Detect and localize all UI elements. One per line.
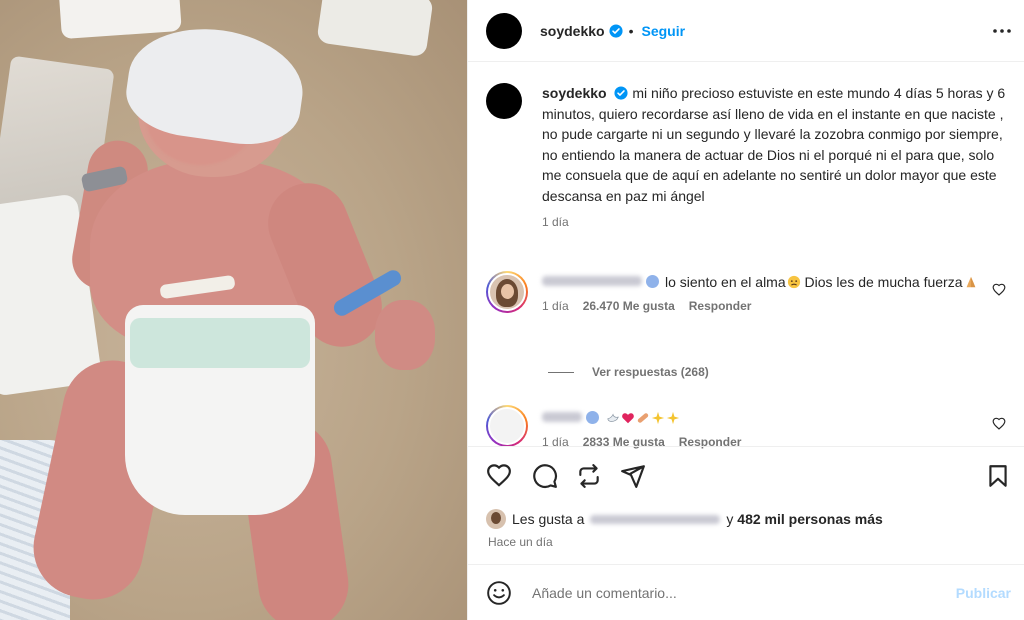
comment-likes[interactable]: 26.470 Me gusta — [583, 299, 675, 313]
author-avatar[interactable] — [486, 83, 522, 119]
commenter-avatar[interactable] — [486, 271, 528, 313]
publish-button[interactable]: Publicar — [956, 585, 1011, 601]
comment-text — [542, 405, 1016, 429]
emoji-picker-icon[interactable] — [486, 580, 512, 606]
dove-icon — [607, 413, 619, 422]
comment-item: lo siento en el alma Dios les de mucha f… — [486, 271, 1016, 313]
like-heart-icon[interactable] — [486, 463, 512, 489]
comment-text-part: lo siento en el alma — [665, 274, 786, 290]
like-comment-heart-icon[interactable] — [992, 283, 1006, 297]
baby-hand — [375, 300, 435, 370]
replies-divider — [548, 371, 574, 373]
verified-badge-icon — [614, 86, 629, 100]
sad-face-icon — [787, 275, 800, 289]
author-username[interactable]: soydekko — [540, 23, 605, 39]
likes-count[interactable]: 482 mil personas más — [737, 511, 883, 527]
commenter-username-redacted[interactable] — [542, 412, 582, 422]
folded-hands-icon — [966, 276, 975, 288]
bandage-icon — [637, 413, 649, 423]
verified-badge-icon — [586, 411, 599, 424]
repost-icon[interactable] — [576, 463, 602, 489]
post-time: Hace un día — [488, 535, 553, 549]
comment-input[interactable] — [532, 584, 956, 601]
comments-section[interactable]: soydekko mi niño precioso estuviste en e… — [468, 63, 1024, 455]
author-avatar[interactable] — [486, 12, 522, 49]
caption-username[interactable]: soydekko — [542, 85, 607, 101]
like-comment-heart-icon[interactable] — [992, 417, 1006, 431]
reply-button[interactable]: Responder — [689, 299, 752, 313]
header-separator: • — [628, 22, 634, 39]
likes-summary[interactable]: Les gusta a y 482 mil personas más — [486, 509, 883, 529]
view-replies-label: Ver respuestas (268) — [592, 365, 709, 379]
post-actions: Les gusta a y 482 mil personas más Hace … — [468, 446, 1024, 564]
verified-badge-icon — [609, 23, 623, 38]
caption-time: 1 día — [542, 214, 569, 229]
save-bookmark-icon[interactable] — [985, 463, 1011, 489]
post-photo[interactable] — [0, 0, 467, 620]
comment-text: lo siento en el alma Dios les de mucha f… — [542, 271, 1016, 293]
commenter-avatar[interactable] — [486, 405, 528, 447]
likes-connector: y — [726, 511, 734, 527]
comment-time: 1 día — [542, 299, 569, 313]
view-replies-button[interactable]: Ver respuestas (268) — [548, 365, 709, 379]
caption-body: mi niño precioso estuviste en este mundo… — [542, 85, 1006, 204]
blanket — [58, 0, 182, 40]
sparkles-icon — [666, 411, 680, 425]
post-header: soydekko • Seguir — [468, 0, 1024, 62]
liker-avatar — [486, 509, 506, 529]
comment-bubble-icon[interactable] — [532, 463, 558, 489]
sparkles-icon — [651, 411, 665, 425]
comment-meta: 1 día 26.470 Me gusta Responder — [542, 299, 1016, 313]
blanket — [316, 0, 434, 58]
likes-prefix: Les gusta a — [512, 511, 585, 527]
comment-text-part: Dios les de mucha fuerza — [800, 274, 963, 290]
caption-text: soydekko mi niño precioso estuviste en e… — [542, 83, 1006, 207]
follow-button[interactable]: Seguir — [642, 23, 686, 39]
caption: soydekko mi niño precioso estuviste en e… — [486, 83, 1006, 229]
liker-username-redacted[interactable] — [590, 514, 721, 524]
share-send-icon[interactable] — [620, 463, 646, 489]
add-comment-bar: Publicar — [468, 564, 1024, 620]
red-heart-icon — [622, 413, 634, 424]
post-panel: soydekko • Seguir soydekko mi niño preci… — [467, 0, 1024, 620]
verified-badge-icon — [646, 275, 659, 288]
comment-item: 1 día 2833 Me gusta Responder — [486, 405, 1016, 449]
more-options-icon[interactable] — [991, 22, 1013, 40]
commenter-username-redacted[interactable] — [542, 276, 642, 286]
diaper-band — [130, 318, 310, 368]
